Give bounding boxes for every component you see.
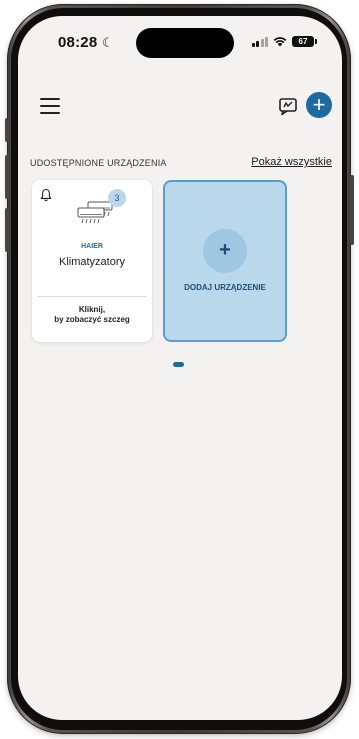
app-screen: 08:28 ☾ 67 + UDOSTĘPNIONE URZĄDZENIA Pok… (18, 16, 342, 720)
bell-icon[interactable] (40, 188, 52, 202)
signal-icon (251, 36, 268, 47)
shared-devices-header: UDOSTĘPNIONE URZĄDZENIA Pokaż wszystkie (18, 154, 342, 176)
menu-icon[interactable] (40, 98, 60, 114)
details-cta-line-1: Kliknij, (78, 305, 106, 314)
moon-icon: ☾ (102, 35, 114, 50)
wifi-icon (273, 37, 287, 47)
status-bar: 08:28 ☾ 67 (18, 16, 342, 68)
add-icon[interactable]: + (306, 92, 332, 118)
message-icon[interactable] (278, 96, 298, 116)
card-divider (38, 296, 146, 297)
device-count-badge: 3 (108, 189, 126, 207)
details-cta-line-2: by zobaczyć szczeg (54, 315, 130, 324)
status-icons: 67 (251, 36, 317, 47)
device-name: Klimatyzatory (58, 256, 126, 268)
action-button (5, 118, 9, 142)
volume-down-button (5, 208, 9, 252)
volume-up-button (5, 155, 9, 199)
section-title: UDOSTĘPNIONE URZĄDZENIA (30, 158, 167, 168)
power-button (350, 175, 354, 245)
details-cta[interactable]: Kliknij, by zobaczyć szczeg (32, 305, 152, 325)
top-bar: + (18, 90, 342, 126)
page-indicator (173, 362, 184, 367)
plus-icon: + (203, 229, 247, 273)
status-time: 08:28 (58, 34, 98, 51)
show-all-link[interactable]: Pokaż wszystkie (251, 156, 332, 168)
battery-icon: 67 (292, 36, 317, 47)
device-brand: HAIER (81, 243, 103, 250)
device-card-air-conditioners[interactable]: 3 HAIER Klimatyzatory Kliknij, by zobacz… (32, 180, 152, 342)
dynamic-island (136, 28, 234, 58)
add-device-label: DODAJ URZĄDZENIE (184, 283, 266, 292)
add-device-card[interactable]: + DODAJ URZĄDZENIE (163, 180, 287, 342)
